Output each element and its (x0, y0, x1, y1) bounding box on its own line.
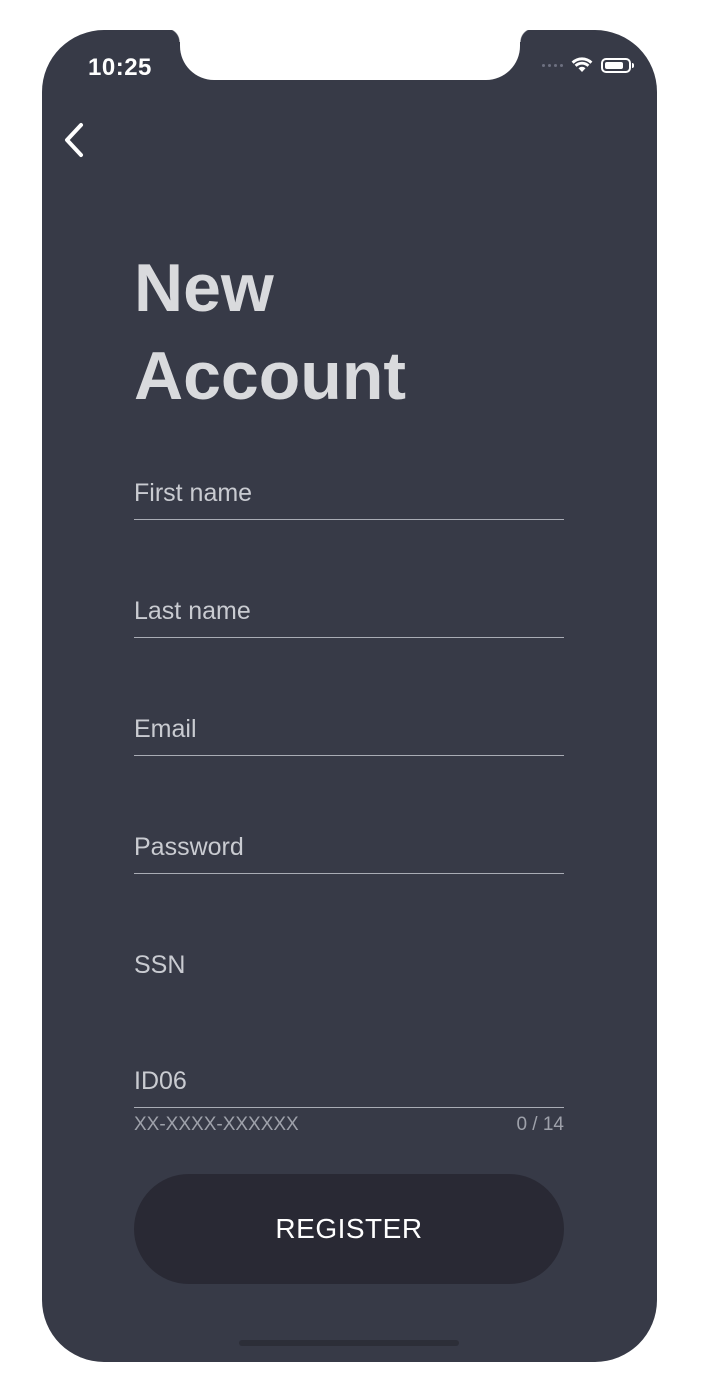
last-name-input[interactable] (134, 588, 564, 634)
status-icons (542, 57, 634, 73)
email-underline (134, 755, 564, 756)
id06-helper-row: XX-XXXX-XXXXXX 0 / 14 (134, 1114, 564, 1136)
device-notch (166, 30, 534, 80)
page-title: New Account (134, 244, 406, 420)
title-line-2: Account (134, 338, 406, 414)
title-line-1: New (134, 250, 274, 326)
phone-screen: 10:25 New Account First name Last name E… (42, 30, 657, 1362)
ssn-input[interactable] (134, 942, 564, 988)
back-button[interactable] (54, 118, 94, 162)
password-field (134, 824, 564, 874)
id06-format-hint: XX-XXXX-XXXXXX (134, 1114, 299, 1135)
password-underline (134, 873, 564, 874)
id06-underline (134, 1107, 564, 1108)
ssn-field (134, 942, 564, 992)
register-button[interactable]: REGISTER (134, 1174, 564, 1284)
id06-input[interactable] (134, 1058, 564, 1104)
email-field (134, 706, 564, 756)
wifi-icon (571, 57, 593, 72)
id06-field (134, 1058, 564, 1108)
chevron-left-icon (65, 123, 83, 157)
first-name-input[interactable] (134, 470, 564, 516)
battery-icon (601, 57, 634, 73)
first-name-underline (134, 519, 564, 520)
status-time: 10:25 (88, 54, 152, 81)
home-indicator (239, 1340, 459, 1346)
password-input[interactable] (134, 824, 564, 870)
email-input[interactable] (134, 706, 564, 752)
signal-dots-icon (542, 63, 563, 67)
last-name-underline (134, 637, 564, 638)
id06-character-counter: 0 / 14 (516, 1114, 564, 1135)
last-name-field (134, 588, 564, 638)
first-name-field (134, 470, 564, 520)
